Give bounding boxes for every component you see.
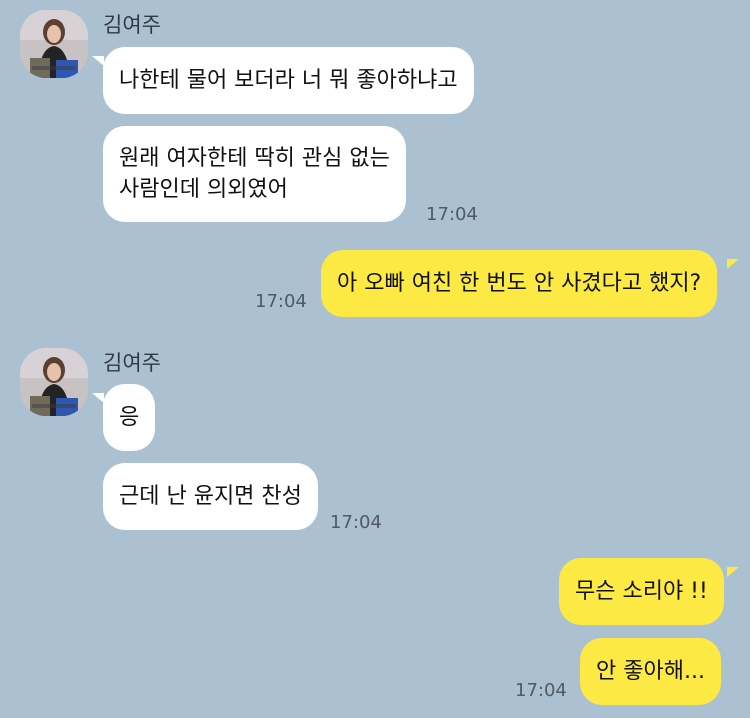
message-text: 아 오빠 여친 한 번도 안 사겼다고 했지?	[337, 271, 702, 296]
sender-avatar[interactable]	[20, 10, 88, 78]
outgoing-message-bubble[interactable]: 아 오빠 여친 한 번도 안 사겼다고 했지?	[321, 250, 718, 317]
incoming-message-bubble[interactable]: 원래 여자한테 딱히 관심 없는 사람인데 의외였어	[103, 126, 406, 222]
bubble-tail	[92, 393, 104, 403]
message-timestamp: 17:04	[330, 512, 382, 533]
profile-photo-icon	[20, 348, 88, 416]
incoming-message-bubble[interactable]: 나한테 물어 보더라 너 뭐 좋아하냐고	[103, 47, 474, 114]
bubble-tail	[92, 56, 104, 66]
message-text: 근데 난 윤지면 찬성	[119, 484, 302, 509]
message-text: 나한테 물어 보더라 너 뭐 좋아하냐고	[119, 68, 458, 93]
outgoing-message-bubble[interactable]: 무슨 소리야 !!	[559, 558, 724, 625]
message-text-line: 원래 여자한테 딱히 관심 없는	[119, 146, 390, 171]
incoming-message-bubble[interactable]: 근데 난 윤지면 찬성	[103, 463, 318, 530]
sender-avatar[interactable]	[20, 348, 88, 416]
sender-name: 김여주	[103, 351, 161, 375]
outgoing-message-bubble[interactable]: 안 좋아해...	[580, 638, 721, 705]
bubble-tail	[727, 567, 739, 577]
bubble-tail	[727, 259, 739, 269]
message-text: 응	[119, 405, 140, 430]
message-text: 안 좋아해...	[596, 659, 705, 684]
profile-photo-icon	[20, 10, 88, 78]
message-timestamp: 17:04	[515, 680, 567, 701]
message-timestamp: 17:04	[255, 291, 307, 312]
message-text: 무슨 소리야 !!	[575, 579, 708, 604]
message-timestamp: 17:04	[426, 204, 478, 225]
sender-name: 김여주	[103, 13, 161, 37]
message-text-line: 사람인데 의외였어	[119, 177, 288, 202]
incoming-message-bubble[interactable]: 응	[103, 384, 156, 451]
